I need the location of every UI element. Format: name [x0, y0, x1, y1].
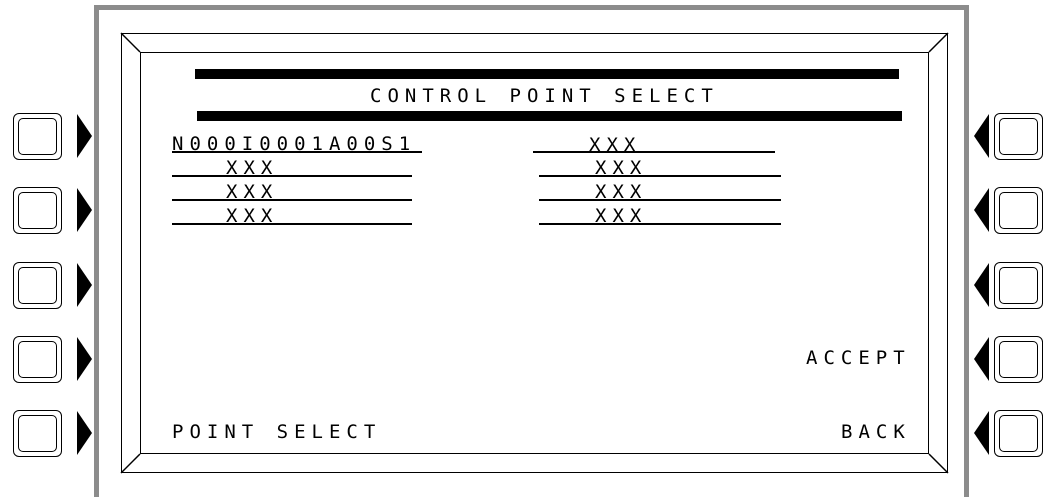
right-soft-key-3[interactable]: [994, 262, 1043, 309]
right-soft-key-2-arrow-icon: [974, 188, 989, 232]
right-soft-key-1-arrow-icon: [974, 114, 989, 158]
right-soft-key-1[interactable]: [994, 113, 1043, 160]
back-soft-key[interactable]: [994, 410, 1043, 457]
right-entry-2-underline: [539, 175, 781, 177]
screen-title: CONTROL POINT SELECT: [370, 85, 719, 107]
back-label: BACK: [841, 421, 911, 443]
accept-label: ACCEPT: [806, 347, 911, 369]
left-soft-key-3[interactable]: [13, 262, 62, 309]
left-entry-4-underline: [172, 223, 412, 225]
left-soft-key-4-arrow-icon: [77, 337, 92, 381]
right-entry-4-underline: [539, 223, 781, 225]
left-soft-key-2-arrow-icon: [77, 188, 92, 232]
back-soft-key-arrow-icon: [974, 411, 989, 455]
left-soft-key-4[interactable]: [13, 336, 62, 383]
right-soft-key-2[interactable]: [994, 187, 1043, 234]
point-select-label: POINT SELECT: [172, 421, 382, 443]
left-soft-key-3-arrow-icon: [77, 263, 92, 307]
left-entry-3-underline: [172, 199, 412, 201]
left-soft-key-1[interactable]: [13, 113, 62, 160]
accept-soft-key[interactable]: [994, 336, 1043, 383]
point-select-soft-key[interactable]: [13, 410, 62, 457]
title-bar-bottom: [197, 111, 902, 121]
left-entry-2-underline: [172, 175, 412, 177]
point-select-soft-key-arrow-icon: [77, 411, 92, 455]
left-soft-key-2[interactable]: [13, 187, 62, 234]
right-entry-1-underline: [533, 151, 775, 153]
right-entry-3-underline: [539, 199, 781, 201]
accept-soft-key-arrow-icon: [974, 337, 989, 381]
title-bar-top: [195, 69, 899, 79]
left-soft-key-1-arrow-icon: [77, 114, 92, 158]
right-soft-key-3-arrow-icon: [974, 263, 989, 307]
left-entry-1-underline: [172, 151, 422, 153]
